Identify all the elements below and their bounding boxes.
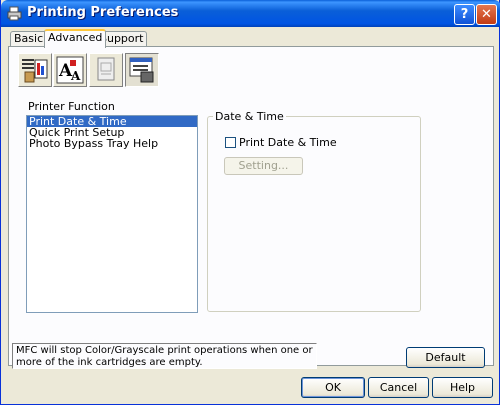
printer-function-label: Printer Function [28, 100, 115, 113]
help-title-button[interactable]: ? [454, 4, 475, 25]
printer-function-list[interactable]: Print Date & Time Quick Print Setup Phot… [26, 115, 198, 313]
window-title: Printing Preferences [27, 5, 179, 20]
tab-basic[interactable]: Basic [10, 31, 48, 47]
device-options-icon [129, 57, 154, 83]
list-item-photo-bypass-tray-help[interactable]: Photo Bypass Tray Help [27, 138, 197, 149]
printing-preferences-window: Printing Preferences ? ✕ Basic Advanced … [0, 0, 500, 405]
tab-advanced[interactable]: Advanced [44, 29, 107, 48]
cancel-button[interactable]: Cancel [368, 377, 429, 398]
help-button[interactable]: Help [432, 377, 493, 398]
watermark-button[interactable] [89, 53, 123, 87]
printer-icon [7, 6, 22, 21]
close-button[interactable]: ✕ [476, 4, 497, 25]
title-bar[interactable]: Printing Preferences ? ✕ [1, 0, 500, 27]
font-icon: A A [56, 56, 84, 84]
font-button[interactable]: A A [53, 53, 87, 87]
print-quality-button[interactable] [18, 53, 52, 87]
print-date-time-checkbox[interactable] [225, 137, 236, 148]
print-date-time-label[interactable]: Print Date & Time [239, 136, 337, 149]
question-icon: ? [460, 7, 469, 22]
svg-text:A: A [70, 69, 81, 83]
date-time-group-title: Date & Time [213, 110, 286, 123]
setting-button[interactable]: Setting... [224, 157, 303, 175]
default-button[interactable]: Default [406, 347, 485, 368]
watermark-icon [97, 57, 115, 81]
ok-button[interactable]: OK [301, 377, 365, 398]
device-options-button[interactable] [125, 53, 159, 87]
close-icon: ✕ [481, 7, 492, 22]
status-message: MFC will stop Color/Grayscale print oper… [12, 343, 317, 369]
print-quality-icon [22, 59, 48, 83]
